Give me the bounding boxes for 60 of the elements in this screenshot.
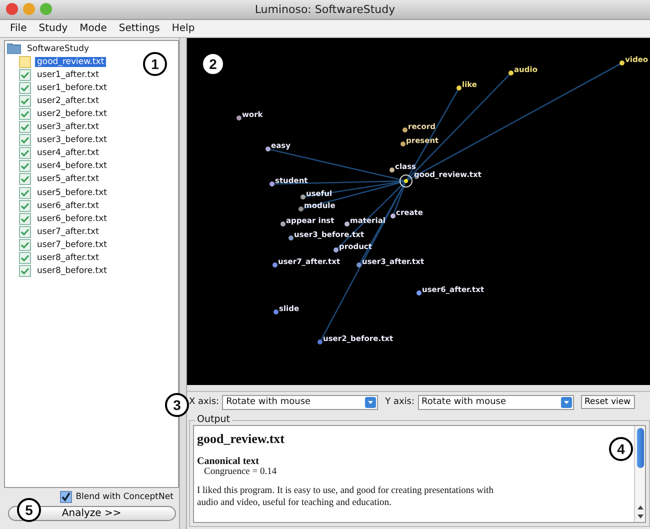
tree-item[interactable]: user1_before.txt xyxy=(7,81,176,94)
section-heading: Canonical text xyxy=(197,456,260,467)
y-axis-label: Y axis: xyxy=(385,397,415,407)
data-point[interactable] xyxy=(236,116,242,120)
congruence-value: Congruence = 0.14 xyxy=(203,467,278,477)
document-text: I liked this program. It is easy to use, and good for creating presentations with audio and video, useful for teaching and education. xyxy=(197,485,495,509)
data-point[interactable] xyxy=(288,236,294,240)
data-point[interactable] xyxy=(344,222,350,226)
checkbox[interactable] xyxy=(60,491,72,503)
data-point[interactable] xyxy=(416,290,422,296)
tree-item[interactable]: user2_before.txt xyxy=(7,107,176,121)
menu-item[interactable]: Settings xyxy=(114,23,168,34)
tree-item[interactable]: user5_before.txt xyxy=(7,186,176,200)
blend-checkbox[interactable]: Blend with ConceptNet xyxy=(60,491,174,503)
tree-item[interactable]: user5_after.txt xyxy=(7,172,176,186)
data-point[interactable] xyxy=(620,60,624,66)
tree-item[interactable]: user7_before.txt xyxy=(7,238,176,252)
tree-item[interactable]: user8_before.txt xyxy=(7,264,176,278)
close-button[interactable] xyxy=(6,3,18,15)
data-point[interactable] xyxy=(270,182,274,186)
callout-number: 5 xyxy=(17,498,41,522)
data-point[interactable] xyxy=(356,262,362,268)
window-title: Luminoso: SoftwareStudy xyxy=(254,3,396,16)
data-point[interactable] xyxy=(402,128,408,132)
data-point[interactable] xyxy=(274,310,278,314)
tree-item[interactable]: user2_after.txt xyxy=(7,94,176,108)
data-point[interactable] xyxy=(334,248,338,252)
tree-item[interactable]: user4_before.txt xyxy=(7,160,176,173)
panel-title: Output xyxy=(195,414,232,425)
tree-item[interactable]: user7_after.txt xyxy=(7,225,176,238)
data-point[interactable] xyxy=(272,262,278,268)
menu-item[interactable]: Help xyxy=(168,23,203,34)
tree-item[interactable]: user4_after.txt xyxy=(7,146,176,160)
x-axis-label: X axis: xyxy=(189,397,220,407)
tree-item[interactable]: user3_after.txt xyxy=(7,120,176,134)
data-point[interactable] xyxy=(298,206,304,212)
data-point[interactable] xyxy=(280,222,286,226)
scroll-arrows-icon[interactable] xyxy=(636,504,644,520)
data-point[interactable] xyxy=(508,70,514,76)
data-point[interactable] xyxy=(400,142,406,146)
data-point[interactable] xyxy=(390,214,396,218)
menu-item[interactable]: Study xyxy=(34,23,76,34)
scrollbar[interactable] xyxy=(634,426,645,522)
tree-item[interactable]: user3_before.txt xyxy=(7,134,176,147)
folder-icon xyxy=(7,43,21,54)
tree-item[interactable]: user6_after.txt xyxy=(7,199,176,212)
data-point[interactable] xyxy=(390,168,394,172)
data-point[interactable] xyxy=(266,146,270,152)
tree-item[interactable]: user8_after.txt xyxy=(7,252,176,265)
reset-view-button[interactable]: Reset view xyxy=(580,395,635,409)
x-axis-dropdown[interactable]: Rotate with mouse xyxy=(222,394,378,410)
data-point[interactable] xyxy=(300,194,306,200)
y-axis-dropdown[interactable]: Rotate with mouse xyxy=(418,394,574,410)
data-point[interactable] xyxy=(456,86,462,90)
selection-ring xyxy=(400,174,412,188)
menu-item[interactable]: File xyxy=(6,23,35,34)
document-title: good_review.txt xyxy=(197,431,286,447)
menu-item[interactable]: Mode xyxy=(76,23,115,34)
tree-item[interactable]: user6_before.txt xyxy=(7,212,176,226)
data-point[interactable] xyxy=(404,179,408,183)
